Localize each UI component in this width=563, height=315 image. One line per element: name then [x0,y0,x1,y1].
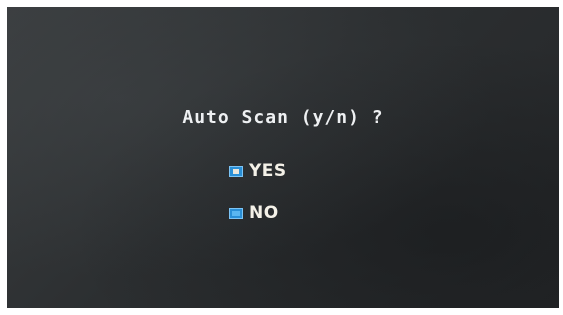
photo-frame: Auto Scan (y/n) ? YES NO [0,0,563,315]
option-no[interactable]: NO [229,203,279,223]
radio-selected-icon[interactable] [229,165,243,177]
radio-unselected-icon[interactable] [229,207,243,219]
option-no-label: NO [249,203,279,223]
option-yes[interactable]: YES [229,161,287,181]
auto-scan-prompt: Auto Scan (y/n) ? [182,107,384,128]
tv-screen: Auto Scan (y/n) ? YES NO [7,7,559,308]
option-yes-label: YES [249,161,287,181]
